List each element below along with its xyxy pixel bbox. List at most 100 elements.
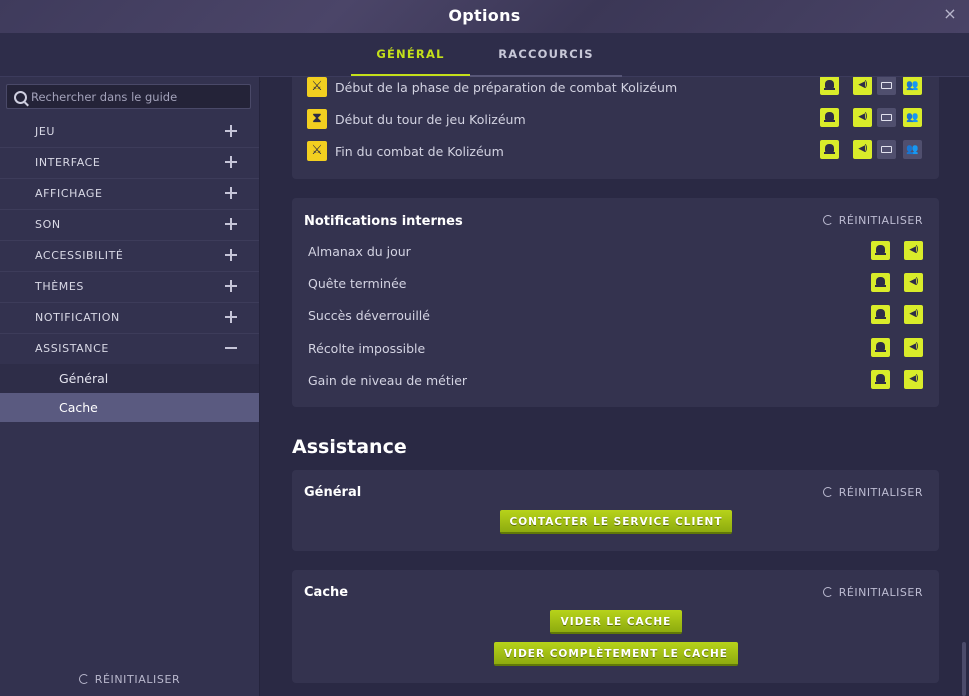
bell-icon[interactable]: [871, 273, 890, 292]
notification-label: Récolte impossible: [308, 341, 426, 356]
title-bar: Options ×: [0, 0, 969, 34]
tab-general[interactable]: GÉNÉRAL: [351, 33, 470, 76]
bell-icon[interactable]: [820, 140, 839, 159]
reset-icon: [78, 674, 89, 684]
internal-notifications-panel: Notifications internes RÉINITIALISER Alm…: [292, 198, 939, 407]
crossed-swords-icon: ⚔: [307, 141, 327, 161]
notification-label: Almanax du jour: [308, 244, 411, 259]
sidebar-item-jeu[interactable]: JEU: [0, 117, 259, 148]
group-icon[interactable]: 👥: [903, 140, 922, 159]
clear-all-cache-button[interactable]: VIDER COMPLÈTEMENT LE CACHE: [494, 642, 738, 666]
scrollbar[interactable]: [962, 642, 966, 696]
speaker-icon[interactable]: ◀): [853, 108, 872, 127]
content-area: ⚔ Début de la phase de préparation de co…: [260, 77, 969, 696]
notification-row: Gain de niveau de métier ◀): [292, 369, 939, 395]
bell-icon[interactable]: [871, 241, 890, 260]
sidebar-subitem-cache[interactable]: Cache: [0, 393, 259, 422]
assistance-general-panel: Général RÉINITIALISER CONTACTER LE SERVI…: [292, 470, 939, 551]
section-title: Assistance: [292, 436, 407, 458]
bell-icon[interactable]: [871, 370, 890, 389]
notification-label: Gain de niveau de métier: [308, 373, 468, 388]
sidebar-item-label: ACCESSIBILITÉ: [35, 249, 124, 262]
reset-button[interactable]: RÉINITIALISER: [822, 486, 923, 499]
notification-label: Fin du combat de Kolizéum: [335, 144, 504, 159]
speaker-icon[interactable]: ◀): [904, 241, 923, 260]
sidebar-item-label: NOTIFICATION: [35, 311, 120, 324]
notification-row: ⚔ Fin du combat de Kolizéum ◀) 👥: [292, 140, 939, 166]
speaker-icon[interactable]: ◀): [904, 305, 923, 324]
sidebar-item-label: ASSISTANCE: [35, 342, 109, 355]
notification-row: Succès déverrouillé ◀): [292, 304, 939, 330]
window-icon[interactable]: [877, 77, 896, 95]
expand-plus-icon[interactable]: [223, 216, 239, 232]
sidebar-item-interface[interactable]: INTERFACE: [0, 148, 259, 179]
bell-icon[interactable]: [820, 108, 839, 127]
reset-icon: [822, 587, 833, 597]
bell-icon[interactable]: [871, 305, 890, 324]
sidebar-item-label: JEU: [35, 125, 56, 138]
notification-row: Almanax du jour ◀): [292, 240, 939, 266]
expand-plus-icon[interactable]: [223, 154, 239, 170]
kolizeum-notifications-panel: ⚔ Début de la phase de préparation de co…: [292, 77, 939, 179]
expand-plus-icon[interactable]: [223, 123, 239, 139]
speaker-icon[interactable]: ◀): [853, 140, 872, 159]
expand-plus-icon[interactable]: [223, 185, 239, 201]
window-title: Options: [448, 6, 521, 25]
speaker-icon[interactable]: ◀): [904, 338, 923, 357]
notification-row: ⧗ Début du tour de jeu Kolizéum ◀) 👥: [292, 108, 939, 134]
notification-row: ⚔ Début de la phase de préparation de co…: [292, 77, 939, 102]
notification-label: Succès déverrouillé: [308, 308, 430, 323]
expand-plus-icon[interactable]: [223, 247, 239, 263]
notification-label: Quête terminée: [308, 276, 407, 291]
search-input[interactable]: [31, 85, 246, 108]
sidebar-reset-label: RÉINITIALISER: [94, 673, 181, 686]
reset-button[interactable]: RÉINITIALISER: [822, 214, 923, 227]
crossed-swords-icon: ⚔: [307, 77, 327, 97]
notification-row: Récolte impossible ◀): [292, 337, 939, 363]
sidebar-menu: JEU INTERFACE AFFICHAGE SON ACCESSIBILIT…: [0, 117, 259, 422]
reset-label: RÉINITIALISER: [838, 586, 923, 599]
sidebar-reset-button[interactable]: RÉINITIALISER: [0, 673, 259, 686]
assistance-cache-panel: Cache RÉINITIALISER VIDER LE CACHE VIDER…: [292, 570, 939, 683]
search-box: [6, 84, 251, 109]
reset-label: RÉINITIALISER: [838, 486, 923, 499]
group-icon[interactable]: 👥: [903, 77, 922, 95]
window-icon[interactable]: [877, 140, 896, 159]
sidebar-item-assistance[interactable]: ASSISTANCE: [0, 334, 259, 364]
close-icon[interactable]: ×: [941, 5, 959, 23]
clear-cache-button[interactable]: VIDER LE CACHE: [550, 610, 682, 634]
reset-label: RÉINITIALISER: [838, 214, 923, 227]
collapse-minus-icon[interactable]: [223, 340, 239, 356]
expand-plus-icon[interactable]: [223, 278, 239, 294]
contact-support-button[interactable]: CONTACTER LE SERVICE CLIENT: [500, 510, 732, 534]
sidebar-item-notification[interactable]: NOTIFICATION: [0, 303, 259, 334]
sidebar-item-label: INTERFACE: [35, 156, 101, 169]
panel-title: Général: [304, 485, 362, 500]
reset-icon: [822, 487, 833, 497]
tab-shortcuts[interactable]: RACCOURCIS: [470, 33, 622, 75]
sidebar-item-label: SON: [35, 218, 61, 231]
sidebar: JEU INTERFACE AFFICHAGE SON ACCESSIBILIT…: [0, 77, 260, 696]
speaker-icon[interactable]: ◀): [904, 370, 923, 389]
options-window: Options × GÉNÉRAL RACCOURCIS JEU INTERFA…: [0, 0, 969, 696]
notification-label: Début de la phase de préparation de comb…: [335, 80, 678, 95]
bell-icon[interactable]: [871, 338, 890, 357]
sidebar-item-affichage[interactable]: AFFICHAGE: [0, 179, 259, 210]
reset-button[interactable]: RÉINITIALISER: [822, 586, 923, 599]
sidebar-item-son[interactable]: SON: [0, 210, 259, 241]
speaker-icon[interactable]: ◀): [853, 77, 872, 95]
speaker-icon[interactable]: ◀): [904, 273, 923, 292]
notification-row: Quête terminée ◀): [292, 272, 939, 298]
sidebar-item-label: AFFICHAGE: [35, 187, 103, 200]
bell-icon[interactable]: [820, 77, 839, 95]
tab-bar: GÉNÉRAL RACCOURCIS: [0, 33, 969, 77]
notification-label: Début du tour de jeu Kolizéum: [335, 112, 526, 127]
sidebar-item-accessibilite[interactable]: ACCESSIBILITÉ: [0, 241, 259, 272]
expand-plus-icon[interactable]: [223, 309, 239, 325]
sidebar-subitem-general[interactable]: Général: [0, 364, 259, 393]
sidebar-item-themes[interactable]: THÈMES: [0, 272, 259, 303]
window-icon[interactable]: [877, 108, 896, 127]
sidebar-subitem-label: Général: [59, 371, 109, 386]
group-icon[interactable]: 👥: [903, 108, 922, 127]
sidebar-item-label: THÈMES: [35, 280, 84, 293]
